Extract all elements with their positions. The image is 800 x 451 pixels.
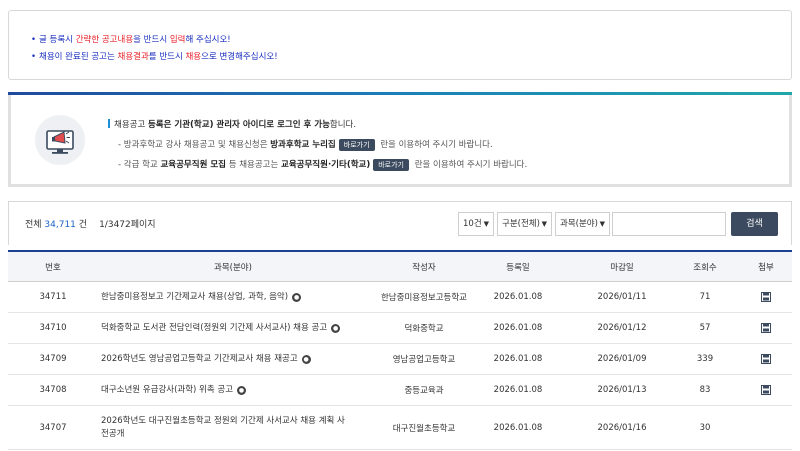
row-title-link[interactable]: 덕화중학교 도서관 전담인력(정원외 기간제 사서교사) 채용 공고 ● [98,313,368,343]
page-info: 1/3472페이지 [99,220,156,230]
category-select[interactable]: 구분(전체) ▼ [497,212,552,236]
blue-mark [108,119,110,128]
row-title-link[interactable]: 한남중미용정보고 기간제교사 채용(상업, 과학, 음악) ● [98,282,368,312]
info-line-3: - 각급 학교 교육공무직원 모집 등 채용공고는 교육공무직원·기타(학교) 바… [118,159,528,171]
result-summary: 전체 34,711 건 1/3472페이지 [25,220,156,230]
table-row[interactable]: 34709 2026학년도 영남공업고등학교 기간제교사 채용 재공고 ● 영남공… [8,344,792,375]
header-no: 번호 [45,262,61,273]
row-title-link[interactable]: 대구소년원 유급강사(과학) 위촉 공고 ● [98,375,368,405]
new-indicator-icon: ● [331,323,341,333]
attachment-file-icon[interactable] [761,354,771,364]
search-button[interactable]: 검색 [731,212,778,236]
megaphone-monitor-icon [35,115,85,165]
bullet-icon: • [31,52,37,62]
notice-line-1: • 글 등록시 간략한 공고내용을 반드시 입력해 주십시오! [31,35,231,45]
table-header: 번호 과목(분야) 작성자 등록일 마감일 조회수 첨부 [8,250,792,282]
search-input[interactable] [612,212,726,236]
job-posting-table: 번호 과목(분야) 작성자 등록일 마감일 조회수 첨부 34711 한남중미용… [8,250,792,450]
notice-box: • 글 등록시 간략한 공고내용을 반드시 입력해 주십시오! • 채용이 완료된 … [8,10,792,80]
chevron-down-icon: ▼ [541,220,547,228]
bullet-icon: • [31,35,37,45]
info-box: 채용공고 등록은 기관(학교) 관리자 아이디로 로그인 후 가능합니다. - … [8,92,792,187]
staff-goto-button[interactable]: 바로가기 [373,159,409,171]
header-views: 조회수 [693,262,717,273]
page-size-select[interactable]: 10건 ▼ [458,212,494,236]
info-lines: 채용공고 등록은 기관(학교) 관리자 아이디로 로그인 후 가능합니다. - … [108,115,527,175]
info-line-1: 채용공고 등록은 기관(학교) 관리자 아이디로 로그인 후 가능합니다. [108,115,527,135]
search-bar: 전체 34,711 건 1/3472페이지 10건 ▼ 구분(전체) ▼ 과목(분야)… [8,201,792,245]
header-title: 과목(분야) [214,262,252,273]
info-topbar [8,92,792,95]
chevron-down-icon: ▼ [599,220,605,228]
field-select[interactable]: 과목(분야) ▼ [555,212,610,236]
header-deadline: 마감일 [610,262,634,273]
table-row[interactable]: 34708 대구소년원 유급강사(과학) 위촉 공고 ● 중등교육과 2026.0… [8,375,792,406]
new-indicator-icon: ● [292,292,302,302]
table-row[interactable]: 34707 2026학년도 대구진월초등학교 정원외 기간제 사서교사 채용 계… [8,406,792,450]
table-row[interactable]: 34711 한남중미용정보고 기간제교사 채용(상업, 과학, 음악) ● 한남중… [8,282,792,313]
total-count: 34,711 [44,220,76,230]
row-title-link[interactable]: 2026학년도 대구진월초등학교 정원외 기간제 사서교사 채용 계획 사전공개 [98,406,368,449]
afterschool-goto-button[interactable]: 바로가기 [338,139,375,151]
new-indicator-icon: ● [301,354,311,364]
header-attach: 첨부 [758,262,774,273]
attachment-file-icon[interactable] [761,323,771,333]
new-indicator-icon: ● [237,385,247,395]
attachment-file-icon[interactable] [761,385,771,395]
chevron-down-icon: ▼ [483,220,489,228]
header-writer: 작성자 [412,262,436,273]
row-title-link[interactable]: 2026학년도 영남공업고등학교 기간제교사 채용 재공고 ● [98,344,368,374]
attachment-file-icon[interactable] [761,292,771,302]
header-reg-date: 등록일 [506,262,530,273]
info-line-2: - 방과후학교 강사 채용공고 및 채용신청은 방과후학교 누리집 바로가기 란을… [118,139,493,151]
table-row[interactable]: 34710 덕화중학교 도서관 전담인력(정원외 기간제 사서교사) 채용 공고… [8,313,792,344]
notice-line-2: • 채용이 완료된 공고는 채용결과를 반드시 채용으로 변경해주십시오! [31,52,278,62]
